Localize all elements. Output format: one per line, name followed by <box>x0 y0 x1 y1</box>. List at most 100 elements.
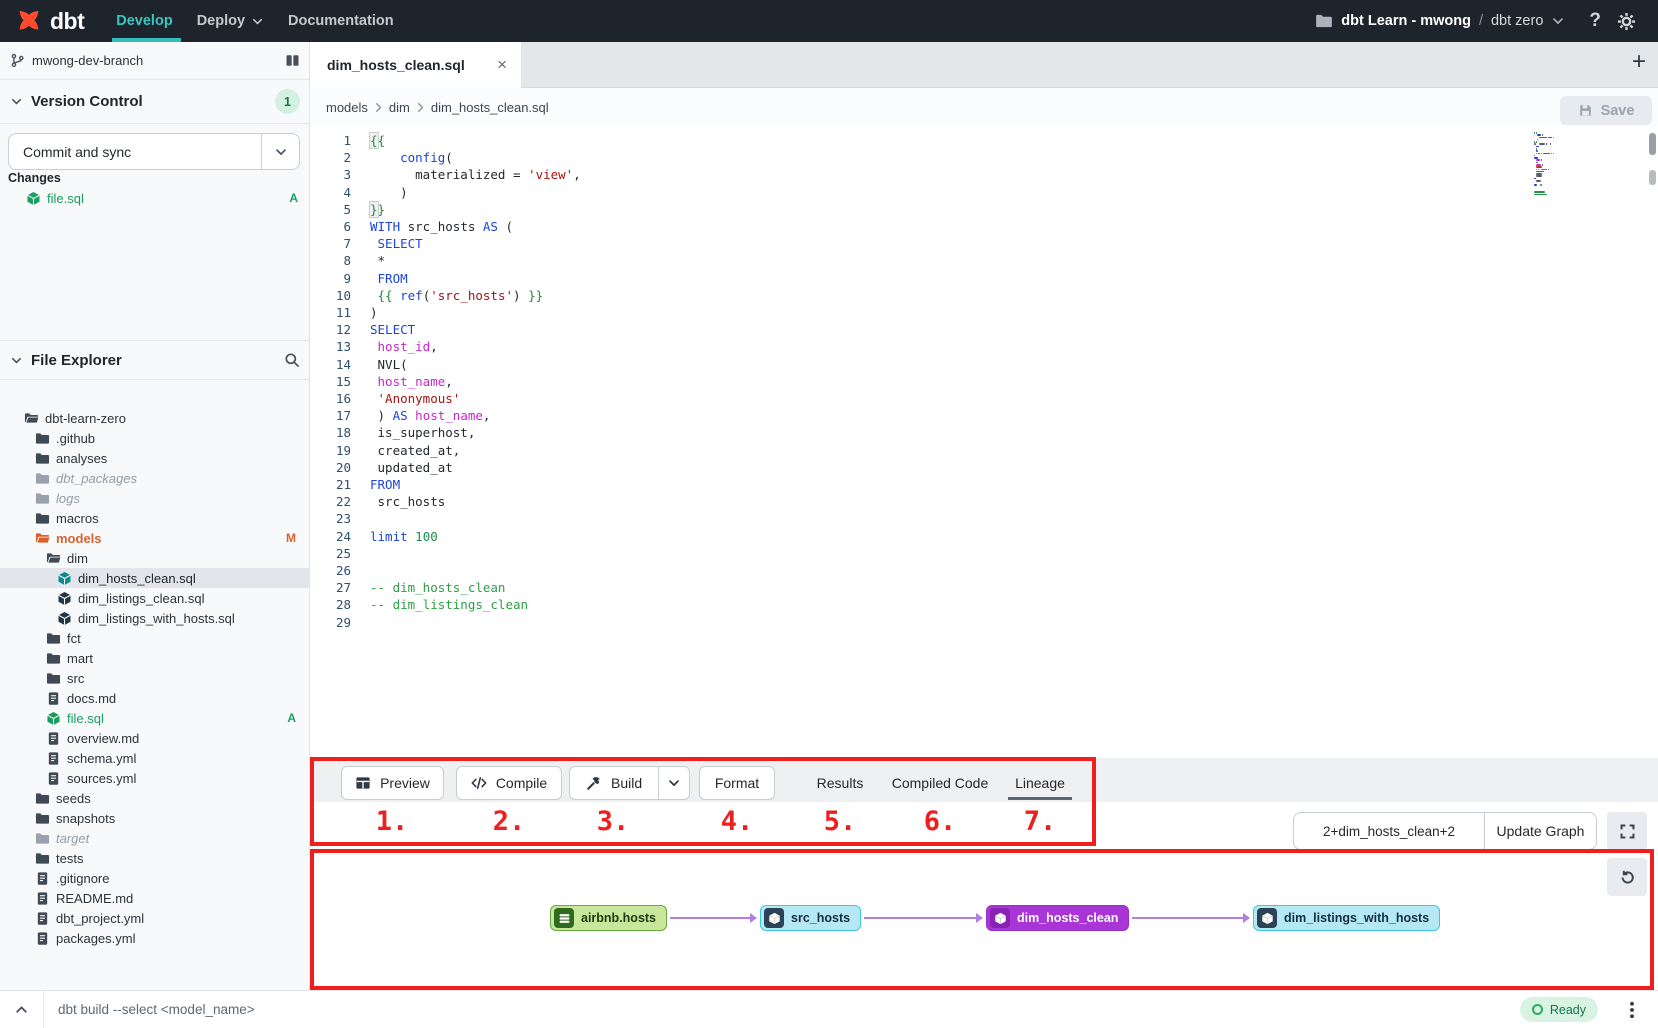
tree-item-dbt-packages[interactable]: dbt_packages <box>0 468 310 488</box>
tree-item-analyses[interactable]: analyses <box>0 448 310 468</box>
save-floppy-icon <box>1578 103 1593 118</box>
tree-item-schema-yml[interactable]: schema.yml <box>0 748 310 768</box>
nav-item-deploy[interactable]: Deploy <box>197 0 288 42</box>
tree-item-label: models <box>56 531 280 546</box>
file-explorer-header[interactable]: File Explorer <box>0 340 310 380</box>
tree-item-readme-md[interactable]: README.md <box>0 888 310 908</box>
help-button[interactable]: ? <box>1589 10 1601 32</box>
lineage-node-airbnb-hosts[interactable]: airbnb.hosts <box>550 905 667 931</box>
save-button[interactable]: Save <box>1560 96 1652 125</box>
scrollbar-thumb[interactable] <box>1649 133 1656 155</box>
tree-item-snapshots[interactable]: snapshots <box>0 808 310 828</box>
tree-item-label: README.md <box>56 891 296 906</box>
dbt-logo[interactable]: dbt <box>0 6 102 36</box>
tree-item-label: src <box>67 671 296 686</box>
breadcrumb-item[interactable]: dim <box>389 100 410 115</box>
project-separator: / <box>1479 13 1483 29</box>
reset-view-button[interactable] <box>1607 858 1647 896</box>
branch-name: mwong-dev-branch <box>32 53 143 68</box>
nav-item-develop[interactable]: Develop <box>116 0 196 42</box>
tree-item-file-sql[interactable]: file.sqlA <box>0 708 310 728</box>
collapse-command-bar-button[interactable] <box>0 991 44 1028</box>
panel-tab-lineage[interactable]: Lineage <box>1015 770 1065 796</box>
new-tab-button[interactable]: + <box>1632 50 1646 74</box>
tree-item-models[interactable]: modelsM <box>0 528 310 548</box>
code-editor[interactable]: 1{{2 config(3 materialized = 'view',4 )5… <box>311 126 1658 758</box>
tree-item-dim[interactable]: dim <box>0 548 310 568</box>
commit-options-chevron[interactable] <box>261 134 299 169</box>
build-options-chevron[interactable] <box>658 767 689 799</box>
commit-and-sync-button[interactable]: Commit and sync <box>8 133 300 170</box>
tree-item-label: .github <box>56 431 296 446</box>
close-tab-icon[interactable]: × <box>497 55 507 75</box>
lineage-selector-input[interactable]: 2+dim_hosts_clean+2 <box>1294 813 1484 849</box>
code-line: ) AS host_name, <box>370 407 490 424</box>
tree-item-dbt-project-yml[interactable]: dbt_project.yml <box>0 908 310 928</box>
line-number: 27 <box>311 579 351 596</box>
nav-item-documentation[interactable]: Documentation <box>288 0 418 42</box>
format-button[interactable]: Format <box>699 766 775 800</box>
tree-item-tests[interactable]: tests <box>0 848 310 868</box>
tree-item-docs-md[interactable]: docs.md <box>0 688 310 708</box>
compile-button[interactable]: Compile <box>456 766 562 800</box>
tree-item-dim-listings-clean-sql[interactable]: dim_listings_clean.sql <box>0 588 310 608</box>
cube-icon <box>57 571 72 586</box>
fullscreen-button[interactable] <box>1607 812 1647 850</box>
breadcrumb-item[interactable]: models <box>326 100 368 115</box>
chevron-down-icon <box>251 15 264 28</box>
command-input[interactable]: dbt build --select <model_name> <box>44 1002 1520 1017</box>
project-name: dbt Learn - mwong <box>1341 13 1471 29</box>
changed-file-item[interactable]: file.sql A <box>0 188 310 208</box>
lineage-node-src-hosts[interactable]: src_hosts <box>760 905 861 931</box>
update-graph-button[interactable]: Update Graph <box>1484 813 1596 849</box>
tree-item-logs[interactable]: logs <box>0 488 310 508</box>
tree-item--gitignore[interactable]: .gitignore <box>0 868 310 888</box>
tree-item-dim-listings-with-hosts-sql[interactable]: dim_listings_with_hosts.sql <box>0 608 310 628</box>
status-text: Ready <box>1550 1003 1586 1017</box>
split-panes-icon[interactable] <box>285 53 300 68</box>
panel-tab-results[interactable]: Results <box>817 770 864 796</box>
version-control-header[interactable]: Version Control 1 <box>0 80 310 124</box>
lineage-node-dim-listings-with-hosts[interactable]: dim_listings_with_hosts <box>1253 905 1440 931</box>
tree-item-seeds[interactable]: seeds <box>0 788 310 808</box>
save-label: Save <box>1601 103 1635 119</box>
tree-item-fct[interactable]: fct <box>0 628 310 648</box>
branch-selector[interactable]: mwong-dev-branch <box>0 42 310 80</box>
code-line: {{ ref('src_hosts') }} <box>370 287 543 304</box>
preview-button[interactable]: Preview <box>341 766 444 800</box>
breadcrumb-item[interactable]: dim_hosts_clean.sql <box>431 100 549 115</box>
build-button[interactable]: Build <box>570 767 658 799</box>
tree-item-dbt-learn-zero[interactable]: dbt-learn-zero <box>0 408 310 428</box>
search-icon[interactable] <box>284 352 300 368</box>
gear-icon[interactable] <box>1617 12 1636 31</box>
fullscreen-icon <box>1619 823 1636 840</box>
file-icon <box>46 771 61 786</box>
code-line: SELECT <box>370 235 423 252</box>
file-icon <box>46 731 61 746</box>
tab-dim-hosts-clean[interactable]: dim_hosts_clean.sql × <box>311 42 521 88</box>
button-label: Format <box>715 775 759 791</box>
panel-tab-compiled-code[interactable]: Compiled Code <box>892 770 989 796</box>
folder-icon <box>46 671 61 686</box>
tree-item--github[interactable]: .github <box>0 428 310 448</box>
tree-item-mart[interactable]: mart <box>0 648 310 668</box>
tree-item-src[interactable]: src <box>0 668 310 688</box>
editor-scrollbar[interactable] <box>1649 126 1656 758</box>
kebab-menu-icon[interactable] <box>1622 999 1642 1021</box>
tree-item-macros[interactable]: macros <box>0 508 310 528</box>
tree-item-sources-yml[interactable]: sources.yml <box>0 768 310 788</box>
folder-icon <box>35 811 50 826</box>
tree-item-target[interactable]: target <box>0 828 310 848</box>
minimap[interactable] <box>1534 132 1561 198</box>
tree-item-dim-hosts-clean-sql[interactable]: dim_hosts_clean.sql <box>0 568 310 588</box>
breadcrumb-chevron-icon <box>414 101 427 114</box>
lineage-node-dim-hosts-clean[interactable]: dim_hosts_clean <box>986 905 1129 931</box>
tree-item-overview-md[interactable]: overview.md <box>0 728 310 748</box>
tree-item-label: analyses <box>56 451 296 466</box>
tree-item-packages-yml[interactable]: packages.yml <box>0 928 310 948</box>
project-selector[interactable]: dbt Learn - mwong / dbt zero <box>1315 12 1565 30</box>
code-line: -- dim_hosts_clean <box>370 579 505 596</box>
code-line: {{ <box>370 132 385 149</box>
line-number: 9 <box>311 270 351 287</box>
line-number: 10 <box>311 287 351 304</box>
